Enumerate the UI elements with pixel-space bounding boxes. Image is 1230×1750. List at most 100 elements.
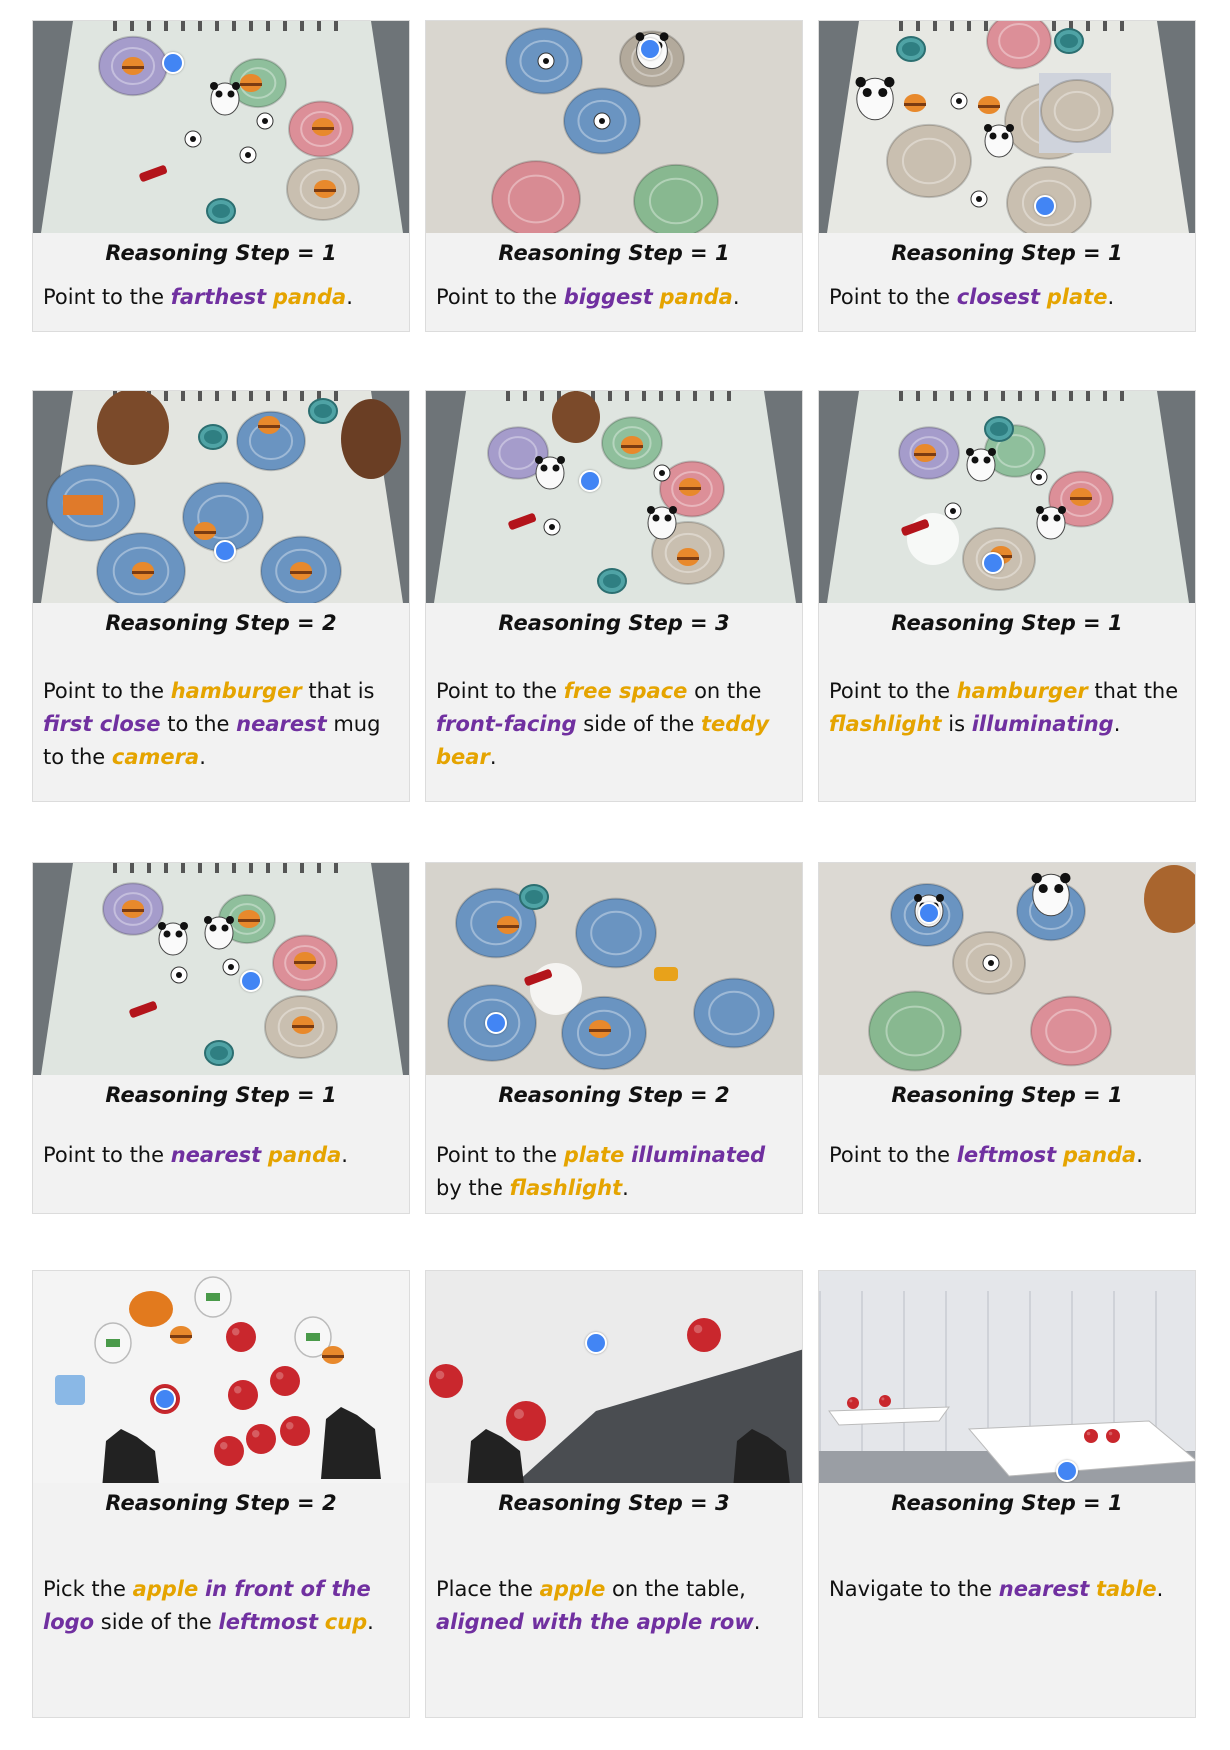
reasoning-step-label: Reasoning Step = 1 — [891, 241, 1123, 265]
scene-illustration — [33, 391, 409, 603]
panda-toy — [210, 82, 240, 116]
caption: Reasoning Step = 2 Point to the plate ill… — [426, 1075, 802, 1213]
snack-bag — [63, 495, 103, 515]
scene-illustration — [819, 391, 1195, 603]
instruction-segment: Point to the — [436, 285, 564, 309]
plate — [868, 990, 962, 1072]
instruction-text: Point to the biggest panda. — [436, 281, 794, 314]
apple — [1106, 1429, 1120, 1443]
example-card: Reasoning Step = 1 Point to the farthest … — [32, 20, 410, 332]
instruction-segment — [198, 1577, 205, 1601]
instruction-segment: . — [346, 285, 353, 309]
scene-photo — [426, 1271, 802, 1483]
instruction-segment: on the table, — [605, 1577, 746, 1601]
instruction-segment: . — [622, 1176, 629, 1200]
teddy-bear — [552, 391, 600, 443]
instruction-segment: . — [1107, 285, 1115, 309]
instruction-segment — [261, 1143, 268, 1167]
panda-toy — [204, 916, 234, 950]
predicted-point-marker — [639, 38, 661, 60]
scene-illustration — [33, 863, 409, 1075]
scene-illustration — [819, 1271, 1195, 1483]
instruction-segment: . — [1136, 1143, 1143, 1167]
instruction-text: Point to the leftmost panda. — [829, 1139, 1187, 1172]
example-card: Reasoning Step = 1 Point to the biggest p… — [425, 20, 803, 332]
plate — [886, 123, 972, 199]
reasoning-step-label: Reasoning Step = 2 — [105, 1491, 337, 1515]
instruction-segment: . — [367, 1610, 374, 1634]
attribute-keyword: biggest — [563, 285, 653, 309]
attribute-keyword: leftmost — [218, 1610, 318, 1634]
object-keyword: hamburger — [170, 679, 302, 703]
object-keyword: free space — [563, 679, 688, 703]
light-beam — [530, 963, 582, 1015]
caption: Reasoning Step = 1 Point to the farthest … — [33, 233, 409, 331]
object-keyword: panda — [267, 1143, 342, 1167]
scene-illustration — [426, 391, 802, 603]
predicted-point-marker — [982, 552, 1004, 574]
light-beam — [907, 513, 959, 565]
instruction-segment: Point to the — [829, 1143, 957, 1167]
attribute-keyword: front-facing — [436, 712, 577, 736]
reasoning-step-label: Reasoning Step = 2 — [105, 611, 337, 635]
object-keyword: table — [1095, 1577, 1157, 1601]
apple — [687, 1318, 721, 1352]
instruction-segment: Point to the — [436, 679, 564, 703]
caption: Reasoning Step = 2 Pick the apple in fron… — [33, 1483, 409, 1717]
object-keyword: panda — [272, 285, 347, 309]
scene-illustration — [426, 863, 802, 1075]
predicted-point-marker — [1034, 195, 1056, 217]
caption: Reasoning Step = 1 Point to the closest p… — [819, 233, 1195, 331]
apple — [246, 1424, 276, 1454]
reasoning-step-label: Reasoning Step = 3 — [498, 1491, 730, 1515]
scene-photo — [33, 21, 409, 233]
instruction-segment: side of the — [94, 1610, 219, 1634]
predicted-point-marker — [918, 902, 940, 924]
reasoning-step-label: Reasoning Step = 2 — [498, 1083, 730, 1107]
yogurt-cup — [55, 1375, 85, 1405]
instruction-segment — [1056, 1143, 1063, 1167]
plate — [986, 21, 1052, 70]
predicted-point-marker — [240, 970, 262, 992]
scene-illustration — [426, 21, 802, 233]
scene-photo — [819, 863, 1195, 1075]
caption: Reasoning Step = 1 Point to the nearest p… — [33, 1075, 409, 1213]
instruction-text: Navigate to the nearest table. — [829, 1573, 1187, 1606]
object-keyword: apple — [539, 1577, 606, 1601]
teddy-bear — [341, 399, 401, 479]
predicted-point-marker — [162, 52, 184, 74]
reasoning-step-label: Reasoning Step = 3 — [498, 611, 730, 635]
scene-illustration — [33, 21, 409, 233]
instruction-segment: . — [1156, 1577, 1164, 1601]
instruction-text: Point to the farthest panda. — [43, 281, 401, 314]
instruction-segment: is — [941, 712, 972, 736]
scene-illustration — [819, 21, 1195, 233]
instruction-segment: that the — [1087, 679, 1179, 703]
scene-photo — [33, 863, 409, 1075]
caption: Reasoning Step = 1 Point to the hamburger… — [819, 603, 1195, 801]
attribute-keyword: nearest — [998, 1577, 1090, 1601]
predicted-point-marker — [585, 1332, 607, 1354]
instruction-segment: on the — [687, 679, 762, 703]
toy-car — [654, 967, 678, 981]
scene-illustration — [819, 863, 1195, 1075]
object-keyword: panda — [659, 285, 733, 309]
scene-photo — [33, 1271, 409, 1483]
scene-illustration — [33, 1271, 409, 1483]
object-keyword: camera — [111, 745, 200, 769]
plate — [1030, 995, 1112, 1067]
object-keyword: plate — [563, 1143, 625, 1167]
instruction-segment: Point to the — [43, 285, 171, 309]
object-keyword: plate — [1046, 285, 1108, 309]
instruction-segment: . — [753, 1610, 761, 1634]
panda-toy — [966, 448, 996, 482]
instruction-text: Point to the closest plate. — [829, 281, 1187, 314]
scene-photo — [426, 391, 802, 603]
instruction-text: Point to the free space on the front-fac… — [436, 675, 794, 774]
instruction-segment: Point to the — [829, 679, 957, 703]
instruction-segment: to the — [160, 712, 237, 736]
apple — [228, 1380, 258, 1410]
caption: Reasoning Step = 2 Point to the hamburger… — [33, 603, 409, 801]
scene-photo — [819, 391, 1195, 603]
scene-photo — [33, 391, 409, 603]
